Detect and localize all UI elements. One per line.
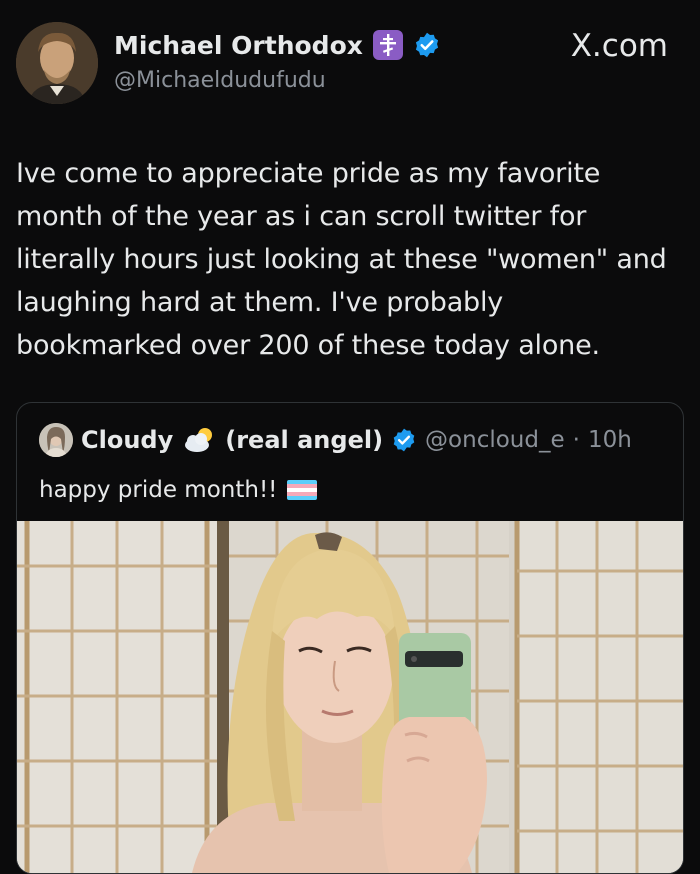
- quoted-post[interactable]: Cloudy (real angel) @oncloud_e · 10h hap…: [16, 402, 684, 874]
- orthodox-cross-icon: [372, 30, 403, 60]
- quoted-author-name-suffix[interactable]: (real angel): [225, 426, 383, 454]
- quoted-post-time[interactable]: 10h: [588, 427, 632, 453]
- verified-badge-icon: [393, 428, 415, 452]
- author-name-row: Michael Orthodox: [114, 30, 441, 60]
- post-header: Michael Orthodox @Michaeldudufudu X.com: [16, 20, 684, 110]
- quoted-post-header: Cloudy (real angel) @oncloud_e · 10h: [39, 423, 632, 457]
- author-handle[interactable]: @Michaeldudufudu: [114, 68, 326, 93]
- transgender-flag-icon: [287, 480, 318, 500]
- quoted-post-image[interactable]: [17, 521, 683, 873]
- author-avatar[interactable]: [16, 22, 98, 104]
- site-logo-text: X.com: [570, 28, 668, 64]
- post-text: Ive come to appreciate pride as my favor…: [16, 158, 667, 361]
- quoted-author-name[interactable]: Cloudy: [81, 426, 173, 454]
- quoted-post-text-row: happy pride month!!: [39, 477, 318, 503]
- quoted-author-avatar[interactable]: [39, 423, 73, 457]
- separator-dot: ·: [572, 427, 580, 453]
- quoted-post-text: happy pride month!!: [39, 477, 278, 503]
- quoted-author-handle[interactable]: @oncloud_e: [425, 427, 565, 453]
- author-display-name[interactable]: Michael Orthodox: [114, 31, 363, 60]
- verified-badge-icon: [415, 32, 438, 58]
- sun-behind-cloud-icon: [185, 428, 213, 452]
